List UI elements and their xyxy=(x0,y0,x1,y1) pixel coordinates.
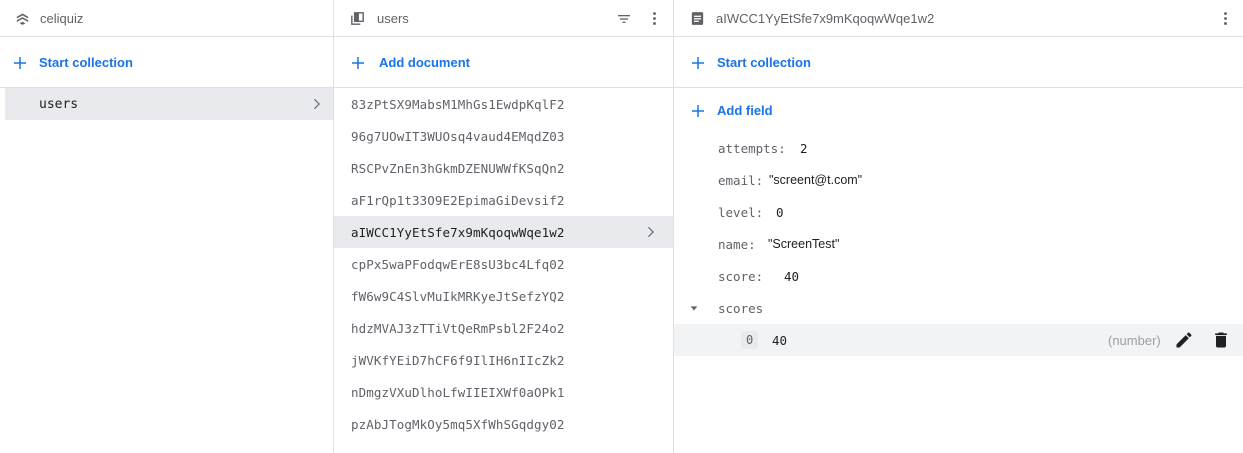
field-key: score: xyxy=(718,268,764,284)
field-row-level[interactable]: level: 0 xyxy=(674,196,1243,228)
document-list-item[interactable]: pzAbJTogMkOy5mq5XfWhSGqdgy02 xyxy=(334,408,673,440)
root-panel-header: celiquiz xyxy=(0,0,333,37)
document-id-label: aF1rQp1t33O9E2EpimaGiDevsif2 xyxy=(351,192,565,208)
plus-icon xyxy=(14,57,26,69)
filter-icon[interactable] xyxy=(616,11,632,27)
document-panel: aIWCC1YyEtSfe7x9mKqoqwWqe1w2 Start colle… xyxy=(674,0,1243,453)
field-row-email[interactable]: email: "screent@t.com" xyxy=(674,164,1243,196)
plus-icon xyxy=(692,105,704,117)
document-list-item[interactable]: 96g7UOwIT3WUOsq4vaud4EMqdZ03 xyxy=(334,120,673,152)
document-id-label: nDmgzVXuDlhoLfwIIEIXWf0aOPk1 xyxy=(351,384,565,400)
add-document-label: Add document xyxy=(379,54,470,70)
pencil-icon[interactable] xyxy=(1174,330,1194,350)
chevron-right-icon xyxy=(314,98,320,110)
add-field-label: Add field xyxy=(717,103,773,118)
root-panel: celiquiz Start collection users xyxy=(0,0,334,453)
document-id-label: jWVKfYEiD7hCF6f9IlIH6nIIcZk2 xyxy=(351,352,565,368)
field-row-name[interactable]: name: "ScreenTest" xyxy=(674,228,1243,260)
array-item-type: (number) xyxy=(1108,332,1161,348)
array-item-value: 40 xyxy=(772,332,788,348)
document-id-label: cpPx5waPFodqwErE8sU3bc4Lfq02 xyxy=(351,256,565,272)
field-key: attempts: xyxy=(718,140,786,156)
document-list-item[interactable]: fW6w9C4SlvMuIkMRKyeJtSefzYQ2 xyxy=(334,280,673,312)
document-list-item[interactable]: RSCPvZnEn3hGkmDZENUWWfKSqQn2 xyxy=(334,152,673,184)
document-list-item[interactable]: cpPx5waPFodqwErE8sU3bc4Lfq02 xyxy=(334,248,673,280)
document-id-label: pzAbJTogMkOy5mq5XfWhSGqdgy02 xyxy=(351,416,565,432)
start-collection-label: Start collection xyxy=(39,54,133,70)
field-value: "ScreenTest" xyxy=(768,237,840,251)
chevron-right-icon xyxy=(648,226,654,238)
document-id-label: 96g7UOwIT3WUOsq4vaud4EMqdZ03 xyxy=(351,128,565,144)
array-index: 0 xyxy=(741,331,759,349)
field-key: email: xyxy=(718,172,764,188)
collection-list: users xyxy=(0,88,333,120)
field-key: level: xyxy=(718,204,764,220)
field-key: name: xyxy=(718,236,756,252)
caret-down-icon[interactable] xyxy=(689,303,699,313)
add-field-button[interactable]: Add field xyxy=(674,88,1243,133)
document-list-item[interactable]: aIWCC1YyEtSfe7x9mKqoqwWqe1w2 xyxy=(334,216,673,248)
collection-item-users[interactable]: users xyxy=(5,88,333,120)
start-collection-button[interactable]: Start collection xyxy=(0,37,333,88)
document-list: 83zPtSX9MabsM1MhGs1EwdpKqlF2 96g7UOwIT3WU… xyxy=(334,88,673,440)
field-value: 40 xyxy=(784,268,800,284)
document-list-item[interactable]: jWVKfYEiD7hCF6f9IlIH6nIIcZk2 xyxy=(334,344,673,376)
document-list-item[interactable]: 83zPtSX9MabsM1MhGs1EwdpKqlF2 xyxy=(334,88,673,120)
array-item-row[interactable]: 0 40 (number) xyxy=(674,324,1243,356)
document-icon xyxy=(691,12,704,25)
field-row-scores[interactable]: scores xyxy=(674,292,1243,324)
field-row-attempts[interactable]: attempts: 2 xyxy=(674,132,1243,164)
document-list-item[interactable]: aF1rQp1t33O9E2EpimaGiDevsif2 xyxy=(334,184,673,216)
document-list-item[interactable]: hdzMVAJ3zTTiVtQeRmPsbl2F24o2 xyxy=(334,312,673,344)
start-subcollection-button[interactable]: Start collection xyxy=(674,37,1243,88)
start-subcollection-label: Start collection xyxy=(717,54,811,70)
document-id: aIWCC1YyEtSfe7x9mKqoqwWqe1w2 xyxy=(716,10,935,26)
collection-panel: users Add document 83zPtSX9MabsM1MhGs1Ew… xyxy=(334,0,674,453)
plus-icon xyxy=(692,57,704,69)
document-id-label: fW6w9C4SlvMuIkMRKyeJtSefzYQ2 xyxy=(351,288,565,304)
collection-item-label: users xyxy=(39,96,79,112)
firestore-database-icon xyxy=(16,13,29,25)
document-list-item[interactable]: nDmgzVXuDlhoLfwIIEIXWf0aOPk1 xyxy=(334,376,673,408)
more-vert-icon[interactable] xyxy=(1217,10,1234,27)
field-key: scores xyxy=(718,300,764,316)
field-row-score[interactable]: score: 40 xyxy=(674,260,1243,292)
collection-name: users xyxy=(377,10,409,26)
field-value: 2 xyxy=(800,140,808,156)
document-panel-header: aIWCC1YyEtSfe7x9mKqoqwWqe1w2 xyxy=(674,0,1243,37)
database-name: celiquiz xyxy=(40,10,84,26)
add-document-button[interactable]: Add document xyxy=(334,37,673,88)
more-vert-icon[interactable] xyxy=(646,10,663,27)
document-id-label: hdzMVAJ3zTTiVtQeRmPsbl2F24o2 xyxy=(351,320,565,336)
collection-panel-header: users xyxy=(334,0,673,37)
plus-icon xyxy=(352,57,364,69)
collection-icon xyxy=(351,12,364,25)
document-id-label: aIWCC1YyEtSfe7x9mKqoqwWqe1w2 xyxy=(351,224,565,240)
document-id-label: 83zPtSX9MabsM1MhGs1EwdpKqlF2 xyxy=(351,96,565,112)
trash-icon[interactable] xyxy=(1211,330,1231,350)
document-id-label: RSCPvZnEn3hGkmDZENUWWfKSqQn2 xyxy=(351,160,565,176)
field-value: "screent@t.com" xyxy=(769,173,863,187)
field-value: 0 xyxy=(776,204,784,220)
